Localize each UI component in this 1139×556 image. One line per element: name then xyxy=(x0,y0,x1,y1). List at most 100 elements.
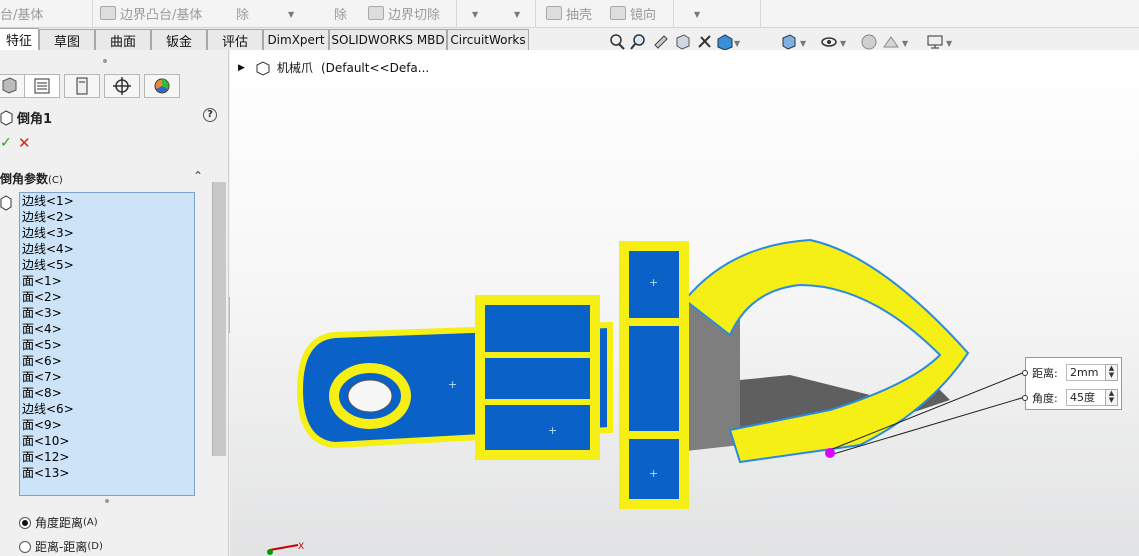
tab-circuitworks[interactable]: CircuitWorks xyxy=(447,29,529,50)
list-item[interactable]: 面<2> xyxy=(20,289,194,305)
pivot-hole xyxy=(347,379,393,413)
cancel-button[interactable]: ✕ xyxy=(18,134,31,152)
list-item[interactable]: 面<13> xyxy=(20,465,194,481)
leader-node xyxy=(1022,370,1028,376)
list-item[interactable]: 边线<6> xyxy=(20,401,194,417)
svg-text:+: + xyxy=(649,276,658,289)
help-icon[interactable]: ? xyxy=(203,108,217,122)
list-item[interactable]: 边线<2> xyxy=(20,209,194,225)
ok-button[interactable]: ✓ xyxy=(0,135,12,151)
chevron-down-icon[interactable]: ▼ xyxy=(288,10,294,19)
shell-button[interactable]: 抽壳 xyxy=(546,4,592,23)
chevron-down-icon[interactable]: ▼ xyxy=(800,39,806,48)
model-view[interactable]: + + + + X xyxy=(230,50,1139,556)
list-item[interactable]: 边线<3> xyxy=(20,225,194,241)
distance-input[interactable]: 2mm xyxy=(1066,364,1108,381)
tab-sheet-metal[interactable]: 钣金 xyxy=(151,29,207,50)
tab-dimxpert-manager[interactable] xyxy=(104,74,140,98)
mirror-button[interactable]: 镜向 xyxy=(610,4,656,23)
list-resize-grip[interactable] xyxy=(105,499,109,503)
chevron-down-icon[interactable]: ▼ xyxy=(840,39,846,48)
chevron-down-icon[interactable]: ▼ xyxy=(946,39,952,48)
chevron-down-icon[interactable]: ▼ xyxy=(694,10,700,19)
dynamic-annotation-icon[interactable] xyxy=(696,33,714,51)
view-orientation-icon[interactable] xyxy=(716,33,734,51)
display-manager-icon xyxy=(154,78,170,94)
boundary-boss-icon xyxy=(100,6,116,20)
list-item[interactable]: 面<1> xyxy=(20,273,194,289)
list-item[interactable]: 边线<4> xyxy=(20,241,194,257)
mirror-icon xyxy=(610,6,626,20)
display-style-icon[interactable] xyxy=(780,33,798,51)
middle-block xyxy=(475,295,600,460)
section-view-icon[interactable] xyxy=(674,33,692,51)
chevron-down-icon[interactable]: ▼ xyxy=(514,10,520,19)
tab-solidworks-mbd[interactable]: SOLIDWORKS MBD xyxy=(329,29,447,50)
chamfer-callout: 距离: 2mm ▲ ▼ 角度: 45度 ▲ ▼ xyxy=(1022,357,1122,410)
chamfer-parameters-header[interactable]: 倒角参数(C) xyxy=(0,170,63,187)
cut-button-1[interactable]: 除 xyxy=(236,4,249,23)
radio-button[interactable] xyxy=(19,516,31,529)
chevron-up-icon[interactable]: ⌃ xyxy=(193,169,203,183)
list-item[interactable]: 面<3> xyxy=(20,305,194,321)
list-item[interactable]: 面<9> xyxy=(20,417,194,433)
selected-edge-marker[interactable] xyxy=(825,448,835,458)
list-item[interactable]: 面<10> xyxy=(20,433,194,449)
flyout-feature-tree[interactable]: ▶ 机械爪 (Default<<Defa... xyxy=(238,59,429,76)
tab-surfaces[interactable]: 曲面 xyxy=(95,29,151,50)
chevron-down-icon[interactable]: ▼ xyxy=(472,10,478,19)
tab-property-manager[interactable] xyxy=(24,74,60,98)
svg-text:+: + xyxy=(548,424,557,437)
list-item[interactable]: 边线<1> xyxy=(20,193,194,209)
angle-input[interactable]: 45度 xyxy=(1066,389,1108,406)
list-item[interactable]: 面<7> xyxy=(20,369,194,385)
edit-appearance-icon[interactable] xyxy=(860,33,878,51)
list-item[interactable]: 边线<5> xyxy=(20,257,194,273)
list-item[interactable]: 面<5> xyxy=(20,337,194,353)
shell-icon xyxy=(546,6,562,20)
zoom-to-fit-icon[interactable] xyxy=(608,33,626,51)
extruded-boss-button[interactable]: 台/基体 xyxy=(0,4,43,23)
tab-sketch[interactable]: 草图 xyxy=(39,29,95,50)
list-item[interactable]: 面<4> xyxy=(20,321,194,337)
boundary-boss-button[interactable]: 边界凸台/基体 xyxy=(100,4,202,23)
tab-dimxpert[interactable]: DimXpert xyxy=(263,29,329,50)
svg-text:+: + xyxy=(649,467,658,480)
zoom-area-icon[interactable] xyxy=(630,33,648,51)
radio-button[interactable] xyxy=(19,540,31,553)
chevron-down-icon[interactable]: ▼ xyxy=(902,39,908,48)
list-item[interactable]: 面<12> xyxy=(20,449,194,465)
angle-spinner[interactable]: ▲ ▼ xyxy=(1105,389,1118,406)
chevron-down-icon[interactable]: ▼ xyxy=(734,39,740,48)
cut-button-2[interactable]: 除 xyxy=(334,4,347,23)
panel-scrollbar[interactable] xyxy=(212,182,226,456)
radio-distance-distance[interactable]: 距离-距离 (D) xyxy=(19,538,103,555)
command-manager-tabs: 特征 草图 曲面 钣金 评估 DimXpert SOLIDWORKS MBD C… xyxy=(0,28,1139,50)
distance-spinner[interactable]: ▲ ▼ xyxy=(1105,364,1118,381)
list-item[interactable]: 面<6> xyxy=(20,353,194,369)
tab-features[interactable]: 特征 xyxy=(0,28,39,50)
triad-origin xyxy=(267,549,273,555)
property-manager-panel: 倒角1 ? ✓ ✕ 倒角参数(C) ⌃ 边线<1> 边线<2> 边线<3> 边线<4>… xyxy=(0,50,229,556)
hide-show-icon[interactable] xyxy=(820,33,838,51)
angle-row: 角度: 45度 xyxy=(1032,389,1108,406)
edge-selection-icon xyxy=(0,195,12,211)
tab-display-manager[interactable] xyxy=(144,74,180,98)
property-manager-icon xyxy=(34,78,50,94)
tab-evaluate[interactable]: 评估 xyxy=(207,29,263,50)
graphics-area[interactable]: + + + + X xyxy=(230,50,1139,556)
list-item[interactable]: 面<8> xyxy=(20,385,194,401)
expand-arrow-icon[interactable]: ▶ xyxy=(238,63,245,73)
selected-items-list[interactable]: 边线<1> 边线<2> 边线<3> 边线<4> 边线<5> 面<1> 面<2> 面<3> 面<4… xyxy=(19,192,195,496)
apply-scene-icon[interactable] xyxy=(882,33,900,51)
boundary-cut-button[interactable]: 边界切除 xyxy=(368,4,440,23)
view-settings-icon[interactable] xyxy=(926,33,944,51)
tab-configuration-manager[interactable] xyxy=(64,74,100,98)
panel-grip[interactable] xyxy=(103,59,107,63)
leader-node xyxy=(1022,395,1028,401)
previous-view-icon[interactable] xyxy=(652,33,670,51)
distance-row: 距离: 2mm xyxy=(1032,364,1108,381)
radio-angle-distance[interactable]: 角度距离 (A) xyxy=(19,514,98,531)
part-icon xyxy=(256,60,270,76)
dimxpert-manager-icon xyxy=(113,77,131,95)
